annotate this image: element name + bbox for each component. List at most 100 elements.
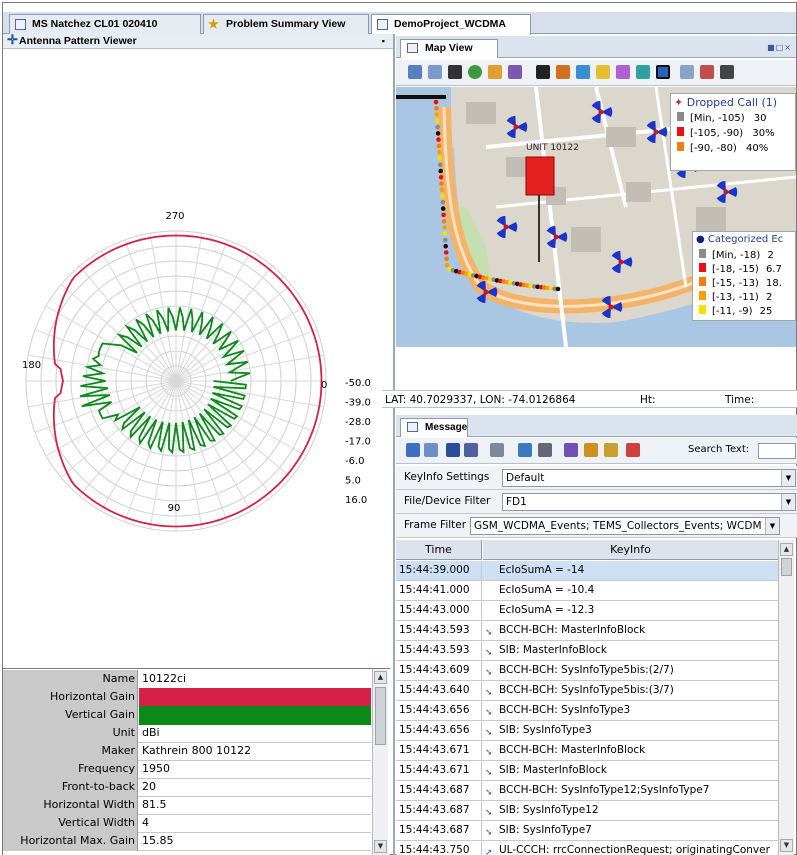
scroll-thumb[interactable] <box>781 558 792 576</box>
tab-demoproject[interactable]: DemoProject_WCDMA <box>371 14 531 35</box>
cell-site-icon[interactable] <box>506 115 528 139</box>
grid-tool-icon[interactable] <box>408 65 422 79</box>
message-row[interactable]: 15:44:43.656 ➘ SIB: SysInfoType3 <box>396 721 778 741</box>
property-row[interactable]: Horizontal Width 81.5 <box>3 796 371 815</box>
route-sample-dot <box>433 99 439 105</box>
message-time: 15:44:43.593 <box>396 621 482 640</box>
property-row[interactable]: Name 10122ci <box>3 670 371 689</box>
tree-view-icon[interactable] <box>424 443 438 457</box>
route-sample-dot <box>443 237 448 243</box>
message-tab-label: Message <box>425 422 468 433</box>
property-row[interactable]: Horizontal Max. Gain 15.85 <box>3 832 371 851</box>
table-tool-icon[interactable] <box>428 65 442 79</box>
chart-tool-icon[interactable] <box>488 65 502 79</box>
scroll-up-icon[interactable]: ▲ <box>780 543 793 556</box>
globe-tool-icon[interactable] <box>468 65 482 79</box>
tab-map-view[interactable]: Map View <box>400 39 498 58</box>
map-canvas[interactable]: UNIT 10122 ✦ Dropped Call (1) [Min, -105… <box>396 87 796 347</box>
copy-icon[interactable] <box>626 443 640 457</box>
property-row[interactable]: Unit dBi <box>3 724 371 743</box>
chevron-down-icon: ▼ <box>765 518 779 534</box>
route-sample-dot <box>441 218 447 224</box>
message-row[interactable]: 15:44:43.671 ➘ SIB: MasterInfoBlock <box>396 761 778 781</box>
sort-icon[interactable] <box>518 443 532 457</box>
zoom-in-tool-icon[interactable] <box>576 65 590 79</box>
property-row[interactable]: Vertical Width 4 <box>3 814 371 833</box>
legend-item: [Min, -18) 2 <box>699 249 774 261</box>
home-tool-icon[interactable] <box>556 65 570 79</box>
message-row[interactable]: 15:44:43.000 EcIoSumA = -12.3 <box>396 601 778 621</box>
column-header-time[interactable]: Time <box>396 540 482 560</box>
binoculars-tool-icon[interactable] <box>448 65 462 79</box>
serving-cell-marker[interactable] <box>525 156 555 196</box>
cell-site-icon[interactable] <box>546 225 568 249</box>
bookmark-icon[interactable] <box>584 443 598 457</box>
message-row[interactable]: 15:44:43.640 ➘ BCCH-BCH: SysInfoType5bis:(… <box>396 681 778 701</box>
cell-site-icon[interactable] <box>611 250 633 274</box>
back-arrow-icon[interactable] <box>720 65 734 79</box>
dropped-call-icon: ✦ <box>674 96 684 109</box>
message-row[interactable]: 15:44:43.656 ➘ BCCH-BCH: SysInfoType3 <box>396 701 778 721</box>
columns-icon[interactable] <box>538 443 552 457</box>
property-row[interactable]: Front-to-back 20 <box>3 778 371 797</box>
keyinfo-settings-select[interactable]: Default ▼ <box>502 469 796 487</box>
message-row[interactable]: 15:44:43.593 ➘ SIB: MasterInfoBlock <box>396 641 778 661</box>
property-row[interactable]: Maker Kathrein 800 10122 <box>3 742 371 761</box>
radial-tick-label: -6.0 <box>345 456 365 467</box>
route-sample-dot <box>435 131 441 136</box>
scroll-thumb[interactable] <box>375 687 386 745</box>
filter-icon[interactable] <box>446 443 460 457</box>
device-filter-select[interactable]: FD1 ▼ <box>502 493 796 511</box>
message-row[interactable]: 15:44:41.000 EcIoSumA = -10.4 <box>396 581 778 601</box>
message-row[interactable]: 15:44:39.000 EcIoSumA = -14 <box>396 561 778 581</box>
scroll-down-icon[interactable]: ▼ <box>780 839 793 852</box>
cell-site-icon[interactable] <box>496 215 518 239</box>
message-row[interactable]: 15:44:43.671 ➘ BCCH-BCH: MasterInfoBlock <box>396 741 778 761</box>
message-row[interactable]: 15:44:43.609 ➘ BCCH-BCH: SysInfoType5bis:(… <box>396 661 778 681</box>
property-value: 4 <box>142 816 149 829</box>
map-window-icon <box>407 43 418 53</box>
notes-icon[interactable] <box>604 443 618 457</box>
list-view-icon[interactable] <box>406 443 420 457</box>
export-icon[interactable] <box>464 443 478 457</box>
angle-label-bottom: 90 <box>168 503 181 514</box>
document-tab-bar: MS Natchez CL01 020410 ★ Problem Summary… <box>3 12 796 35</box>
find-icon[interactable] <box>490 443 504 457</box>
message-row[interactable]: 15:44:43.687 ➘ SIB: SysInfoType7 <box>396 821 778 841</box>
pointer-tool-icon[interactable] <box>536 65 550 79</box>
property-value: 20 <box>142 780 156 793</box>
vertical-gain-trace <box>79 307 251 455</box>
message-row[interactable]: 15:44:43.687 ➘ SIB: SysInfoType12 <box>396 801 778 821</box>
search-input[interactable] <box>758 443 796 459</box>
layers-tool-icon[interactable] <box>656 65 670 79</box>
dropped-call-legend-title: ✦ Dropped Call (1) <box>674 96 778 109</box>
window-controls-icon[interactable]: ■□× <box>767 43 792 52</box>
message-scrollbar[interactable]: ▲ ▼ <box>778 540 794 855</box>
property-row[interactable]: Horizontal Gain <box>3 688 371 707</box>
tab-message[interactable]: Message <box>400 418 468 437</box>
legend-tool-icon[interactable] <box>680 65 694 79</box>
lock-tool-icon[interactable] <box>596 65 610 79</box>
search-tool-icon[interactable] <box>636 65 650 79</box>
paint-tool-icon[interactable] <box>616 65 630 79</box>
highlight-icon[interactable] <box>564 443 578 457</box>
column-header-keyinfo[interactable]: KeyInfo <box>483 540 778 560</box>
scroll-up-icon[interactable]: ▲ <box>374 671 387 684</box>
frame-filter-select[interactable]: GSM_WCDMA_Events; TEMS_Collectors_Events… <box>470 517 780 535</box>
scroll-down-icon[interactable]: ▼ <box>374 840 387 853</box>
message-window-icon <box>407 422 418 432</box>
message-row[interactable]: 15:44:43.593 ➘ BCCH-BCH: MasterInfoBlock <box>396 621 778 641</box>
message-row[interactable]: 15:44:43.750 ➚ UL-CCCH: rrcConnectionReque… <box>396 841 778 855</box>
property-row[interactable]: Vertical Gain <box>3 706 371 725</box>
pen-tool-icon[interactable] <box>508 65 522 79</box>
legend-swatch <box>677 142 684 151</box>
pin-icon[interactable]: ▪ <box>382 34 385 48</box>
tab-ms-natchez[interactable]: MS Natchez CL01 020410 <box>9 14 201 34</box>
ruler-tool-icon[interactable] <box>700 65 714 79</box>
property-scrollbar[interactable]: ▲ ▼ <box>372 669 388 855</box>
dropped-call-legend: ✦ Dropped Call (1) [Min, -105) 30 [-105, … <box>670 93 796 171</box>
tab-problem-summary[interactable]: ★ Problem Summary View <box>203 14 369 34</box>
pane-splitter[interactable] <box>393 34 395 855</box>
property-row[interactable]: Frequency 1950 <box>3 760 371 779</box>
message-row[interactable]: 15:44:43.687 ➘ BCCH-BCH: SysInfoType12;Sys… <box>396 781 778 801</box>
